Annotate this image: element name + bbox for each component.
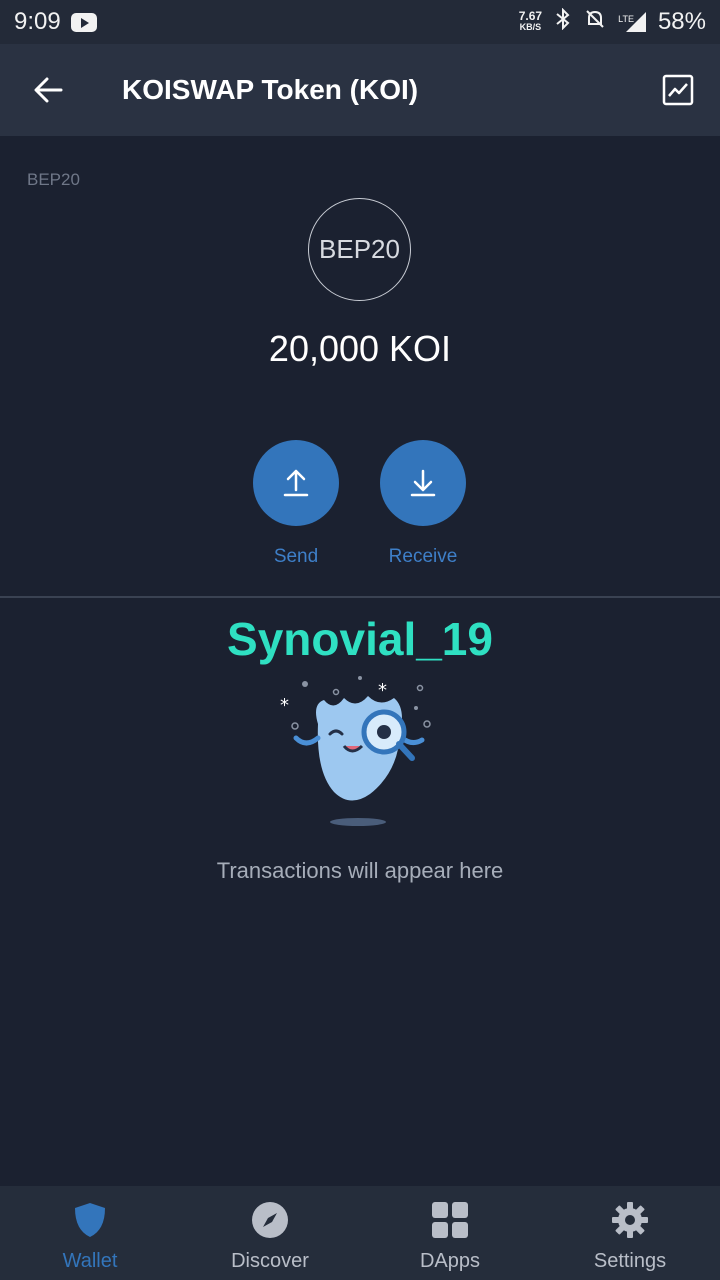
network-speed-unit: KB/S <box>519 22 542 32</box>
watermark-text: Synovial_19 <box>227 613 493 665</box>
arrow-left-icon[interactable] <box>24 66 72 114</box>
nav-label-settings[interactable]: Settings <box>594 1250 666 1273</box>
download-arrow-icon <box>410 469 436 497</box>
receive-button[interactable]: Receive <box>363 440 483 568</box>
nav-label-dapps[interactable]: DApps <box>420 1250 480 1273</box>
receive-circle[interactable] <box>380 440 466 526</box>
svg-text:*: * <box>280 695 289 716</box>
compass-icon[interactable] <box>250 1200 290 1240</box>
svg-text:*: * <box>378 680 387 701</box>
status-bar: 9:09 7.67 KB/S LTE 58% <box>0 0 720 44</box>
chart-icon[interactable] <box>662 74 694 106</box>
send-label[interactable]: Send <box>236 546 356 568</box>
mascot-illustration: * * <box>280 676 431 826</box>
receive-label[interactable]: Receive <box>363 546 483 568</box>
youtube-notification-icon <box>70 12 97 32</box>
network-label: BEP20 <box>27 170 80 189</box>
token-logo: BEP20 <box>308 198 411 301</box>
gear-icon[interactable] <box>610 1200 650 1240</box>
status-time: 9:09 <box>14 8 61 35</box>
upload-arrow-icon <box>283 469 309 497</box>
bluetooth-icon <box>554 7 572 36</box>
bottom-nav: Wallet Discover DApps Settings <box>0 1186 720 1280</box>
network-speed: 7.67 KB/S <box>518 9 543 33</box>
page-title: KOISWAP Token (KOI) <box>122 74 419 105</box>
network-speed-value: 7.67 <box>518 9 543 23</box>
send-circle[interactable] <box>253 440 339 526</box>
nav-item-settings[interactable]: Settings <box>540 1186 720 1280</box>
nav-item-dapps[interactable]: DApps <box>360 1186 540 1280</box>
battery-level: 58% <box>657 8 706 35</box>
send-button[interactable]: Send <box>236 440 356 568</box>
nav-item-discover[interactable]: Discover <box>180 1186 360 1280</box>
signal-icon <box>625 12 646 32</box>
grid-icon[interactable] <box>430 1200 470 1240</box>
divider <box>0 596 720 598</box>
token-balance: 20,000 KOI <box>268 328 452 369</box>
nav-item-wallet[interactable]: Wallet <box>0 1186 180 1280</box>
empty-transactions-text: Transactions will appear here <box>216 858 504 883</box>
nav-label-wallet[interactable]: Wallet <box>63 1250 118 1273</box>
token-logo-text: BEP20 <box>319 234 400 264</box>
app-bar: KOISWAP Token (KOI) <box>0 44 720 136</box>
shield-icon[interactable] <box>70 1200 110 1240</box>
nav-label-discover[interactable]: Discover <box>231 1250 309 1273</box>
mute-icon <box>584 8 606 37</box>
